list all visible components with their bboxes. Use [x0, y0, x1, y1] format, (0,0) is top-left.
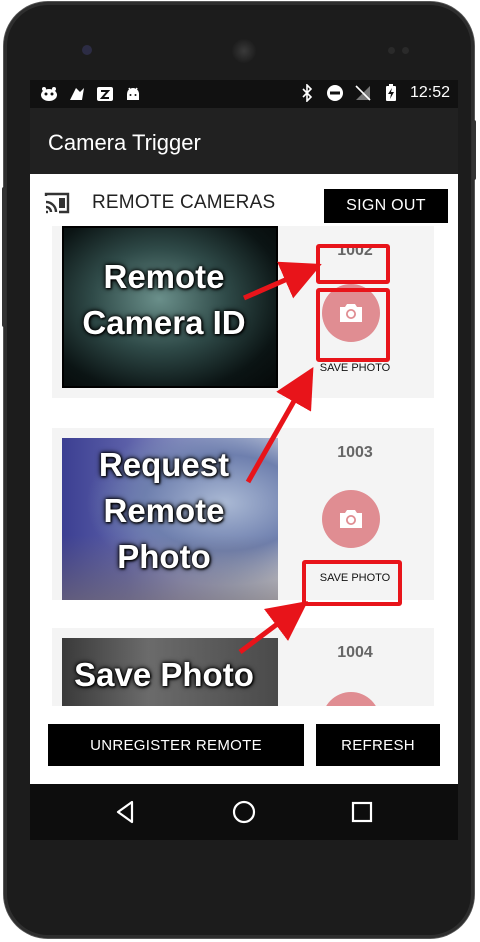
notification-app-icon-3 — [96, 85, 114, 103]
refresh-button[interactable]: REFRESH — [316, 724, 440, 766]
annotation-line: Camera ID — [82, 304, 246, 341]
recents-icon[interactable] — [348, 798, 376, 826]
annotation-line: Remote — [103, 492, 225, 529]
earpiece-speaker — [232, 39, 256, 63]
screen: 12:52 Camera Trigger REMOTE CAMERAS SIGN… — [30, 80, 458, 840]
front-camera — [82, 45, 92, 55]
annotation-line: Request — [98, 446, 230, 483]
proximity-sensor — [388, 47, 395, 54]
annotation-save-photo: Save Photo — [64, 652, 264, 698]
phone-frame: 12:52 Camera Trigger REMOTE CAMERAS SIGN… — [2, 2, 476, 938]
status-time: 12:52 — [409, 84, 450, 101]
power-button — [472, 120, 476, 180]
light-sensor — [402, 47, 409, 54]
annotation-box-camera-id — [316, 244, 390, 284]
annotation-line: Save Photo — [74, 656, 254, 693]
no-signal-icon — [354, 84, 372, 102]
notification-app-icon-1 — [40, 85, 58, 103]
app-bar: Camera Trigger — [30, 108, 458, 174]
cast-icon[interactable] — [44, 192, 70, 214]
request-photo-button[interactable] — [322, 490, 380, 548]
annotation-request-remote-photo: Request Remote Photo — [64, 442, 264, 580]
annotation-box-request-photo — [316, 288, 390, 362]
annotation-line: Remote — [103, 258, 225, 295]
battery-charging-icon — [382, 84, 400, 102]
annotation-line: Photo — [117, 538, 211, 575]
annotation-box-save-photo — [302, 560, 402, 606]
notification-app-icon-2 — [68, 85, 86, 103]
camera-id: 1004 — [337, 644, 373, 661]
sign-out-button[interactable]: SIGN OUT — [324, 189, 448, 223]
navigation-bar — [30, 784, 458, 840]
volume-button — [2, 187, 6, 327]
back-icon[interactable] — [112, 798, 140, 826]
bluetooth-icon — [298, 84, 316, 102]
annotation-remote-camera-id: Remote Camera ID — [64, 254, 264, 346]
save-photo-link[interactable]: SAVE PHOTO — [310, 362, 400, 374]
home-icon[interactable] — [230, 798, 258, 826]
android-icon — [124, 85, 142, 103]
camera-icon — [340, 510, 362, 528]
camera-id: 1003 — [337, 444, 373, 461]
unregister-remote-button[interactable]: UNREGISTER REMOTE — [48, 724, 304, 766]
remote-cameras-heading: REMOTE CAMERAS — [92, 192, 276, 213]
app-title: Camera Trigger — [48, 130, 201, 155]
status-bar: 12:52 — [30, 80, 458, 108]
do-not-disturb-icon — [326, 84, 344, 102]
